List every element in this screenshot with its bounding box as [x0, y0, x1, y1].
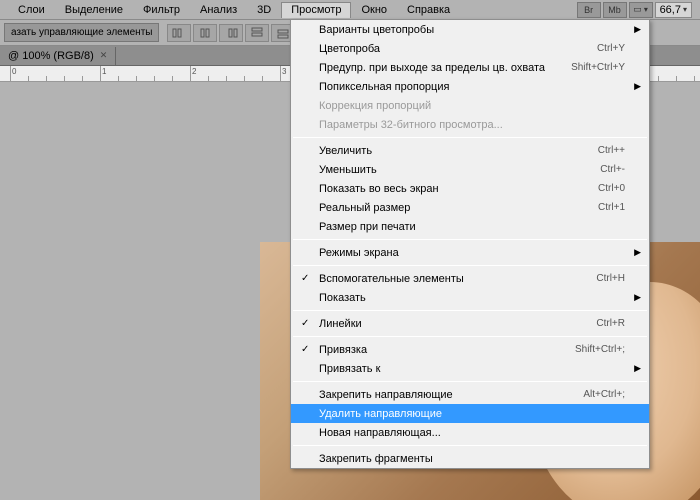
menu-item[interactable]: Новая направляющая... [291, 423, 649, 442]
menu-item-shortcut: Ctrl+Y [597, 43, 625, 54]
menu-item-label: Закрепить направляющие [319, 389, 583, 401]
menu-item[interactable]: Закрепить направляющиеAlt+Ctrl+; [291, 385, 649, 404]
menu-анализ[interactable]: Анализ [190, 2, 247, 18]
menu-item[interactable]: УменьшитьCtrl+- [291, 160, 649, 179]
menu-item-shortcut: Ctrl+0 [598, 183, 625, 194]
menu-separator [293, 265, 647, 266]
menu-окно[interactable]: Окно [351, 2, 397, 18]
menu-item-label: Показать во весь экран [319, 183, 598, 195]
menu-фильтр[interactable]: Фильтр [133, 2, 190, 18]
menu-item-shortcut: Alt+Ctrl+; [583, 389, 625, 400]
menu-item-shortcut: Ctrl++ [598, 145, 625, 156]
menu-3d[interactable]: 3D [247, 2, 281, 18]
menu-item[interactable]: Реальный размерCtrl+1 [291, 198, 649, 217]
menu-item-label: Вспомогательные элементы [319, 273, 596, 285]
menu-item[interactable]: ✓ ПривязкаShift+Ctrl+; [291, 340, 649, 359]
menu-item-shortcut: Shift+Ctrl+; [575, 344, 625, 355]
menu-item[interactable]: Закрепить фрагменты [291, 449, 649, 468]
menu-item-label: Привязка [319, 344, 575, 356]
menu-item-label: Параметры 32-битного просмотра... [319, 119, 625, 131]
menu-item[interactable]: ✓ ЛинейкиCtrl+R [291, 314, 649, 333]
menu-item-label: Закрепить фрагменты [319, 453, 625, 465]
menu-item-label: Привязать к [319, 363, 625, 375]
align-icon-3[interactable] [219, 24, 243, 42]
toolbar-right: BrMb▭▾66,7▾ [577, 2, 700, 18]
menu-item[interactable]: УвеличитьCtrl++ [291, 141, 649, 160]
menu-item[interactable]: Размер при печати [291, 217, 649, 236]
menu-separator [293, 445, 647, 446]
menu-item-label: Варианты цветопробы [319, 24, 625, 36]
menu-просмотр[interactable]: Просмотр [281, 2, 351, 18]
view-menu-dropdown: Варианты цветопробы ▶ ЦветопробаCtrl+Y Пред… [290, 19, 650, 469]
document-tab-title: @ 100% (RGB/8) [8, 50, 94, 62]
menu-item[interactable]: Показать ▶ [291, 288, 649, 307]
close-icon[interactable]: ✕ [100, 50, 108, 61]
menu-item-label: Режимы экрана [319, 247, 625, 259]
options-text: азать управляющие элементы [4, 23, 159, 42]
menu-item: Параметры 32-битного просмотра... [291, 115, 649, 134]
ruler-label: 2 [192, 67, 196, 76]
menu-item-label: Показать [319, 292, 625, 304]
check-icon: ✓ [301, 344, 309, 355]
options-icons [167, 24, 295, 42]
document-tab[interactable]: @ 100% (RGB/8) ✕ [0, 47, 116, 65]
zoom-level[interactable]: 66,7▾ [655, 2, 692, 18]
submenu-arrow-icon: ▶ [634, 292, 641, 303]
menu-item-label: Новая направляющая... [319, 427, 625, 439]
toolbar-button-br[interactable]: Br [577, 2, 601, 18]
menu-item-shortcut: Ctrl+H [596, 273, 625, 284]
menu-item[interactable]: Предупр. при выходе за пределы цв. охват… [291, 58, 649, 77]
menu-separator [293, 310, 647, 311]
toolbar-button-mb[interactable]: Mb [603, 2, 627, 18]
menu-item-label: Удалить направляющие [319, 408, 625, 420]
ruler-label: 1 [102, 67, 106, 76]
menu-item-shortcut: Ctrl+1 [598, 202, 625, 213]
menu-item-label: Попиксельная пропорция [319, 81, 625, 93]
submenu-arrow-icon: ▶ [634, 24, 641, 35]
ruler-label: 0 [12, 67, 16, 76]
check-icon: ✓ [301, 273, 309, 284]
menu-item[interactable]: ЦветопробаCtrl+Y [291, 39, 649, 58]
menu-separator [293, 381, 647, 382]
screen-mode-icon[interactable]: ▭▾ [629, 2, 653, 18]
menu-item-shortcut: Ctrl+R [596, 318, 625, 329]
menu-справка[interactable]: Справка [397, 2, 460, 18]
menu-item[interactable]: Показать во весь экранCtrl+0 [291, 179, 649, 198]
menu-separator [293, 137, 647, 138]
submenu-arrow-icon: ▶ [634, 81, 641, 92]
align-icon-2[interactable] [193, 24, 217, 42]
menu-выделение[interactable]: Выделение [55, 2, 133, 18]
menu-item[interactable]: Привязать к ▶ [291, 359, 649, 378]
check-icon: ✓ [301, 318, 309, 329]
menu-item-shortcut: Ctrl+- [600, 164, 625, 175]
menu-item-label: Увеличить [319, 145, 598, 157]
menu-separator [293, 239, 647, 240]
menu-item-label: Предупр. при выходе за пределы цв. охват… [319, 62, 571, 74]
menu-item[interactable]: ✓ Вспомогательные элементыCtrl+H [291, 269, 649, 288]
menu-item-label: Уменьшить [319, 164, 600, 176]
menu-item-label: Реальный размер [319, 202, 598, 214]
menu-item-shortcut: Shift+Ctrl+Y [571, 62, 625, 73]
menu-item-label: Цветопроба [319, 43, 597, 55]
ruler-label: 3 [282, 67, 286, 76]
menu-item-label: Размер при печати [319, 221, 625, 233]
menu-item: Коррекция пропорций [291, 96, 649, 115]
menu-item[interactable]: Варианты цветопробы ▶ [291, 20, 649, 39]
menu-слои[interactable]: Слои [8, 2, 55, 18]
menu-item-label: Коррекция пропорций [319, 100, 625, 112]
submenu-arrow-icon: ▶ [634, 247, 641, 258]
menu-item[interactable]: Попиксельная пропорция ▶ [291, 77, 649, 96]
menubar: СлоиВыделениеФильтрАнализ3DПросмотрОкноС… [0, 0, 700, 20]
menu-item[interactable]: Режимы экрана ▶ [291, 243, 649, 262]
menu-separator [293, 336, 647, 337]
align-icon-4[interactable] [245, 24, 269, 42]
align-icon-1[interactable] [167, 24, 191, 42]
submenu-arrow-icon: ▶ [634, 363, 641, 374]
menu-item-label: Линейки [319, 318, 596, 330]
menu-item[interactable]: Удалить направляющие [291, 404, 649, 423]
